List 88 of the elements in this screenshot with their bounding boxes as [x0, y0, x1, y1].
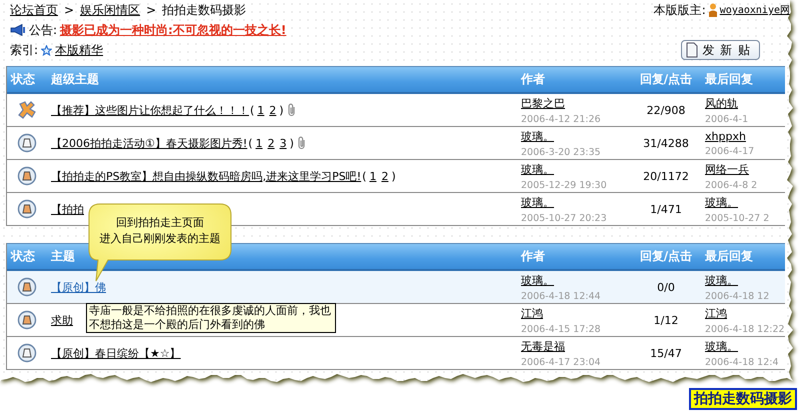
page-link[interactable]: 3: [280, 136, 287, 150]
hot-topic-icon: [17, 310, 37, 330]
hot-topic-icon: [17, 166, 37, 186]
post-date: 2006-4-17: [705, 146, 756, 156]
post-date: 2005-10-27 20:23: [521, 212, 608, 224]
reply-count: 0/0: [656, 280, 676, 294]
column-header: 最后回复: [704, 248, 754, 265]
topic-link[interactable]: 【拍拍: [51, 202, 84, 216]
topic-link[interactable]: 【2006拍拍走活动①】春天摄影图片秀!: [51, 136, 248, 150]
reply-count: 1/471: [649, 202, 683, 216]
hot-topic-icon: [17, 277, 37, 297]
column-header: 作者: [520, 248, 546, 265]
megaphone-icon: [10, 24, 26, 36]
post-date: 2006-4-8 2: [705, 180, 758, 190]
new-post-button[interactable]: 发 新 贴: [681, 40, 760, 60]
column-header: 主题: [50, 248, 76, 265]
bracket: ): [279, 104, 284, 116]
announcement-label: 公告:: [29, 22, 58, 38]
post-date: 2006-3-20 23:35: [521, 146, 602, 158]
reply-count: 31/4288: [642, 136, 690, 150]
topic-icon: [17, 133, 37, 153]
post-date: 2005-12-29 19:30: [521, 180, 608, 190]
index-link[interactable]: 本版精华: [55, 42, 104, 58]
topic-link[interactable]: 求助: [51, 312, 73, 328]
topic-link[interactable]: 【原创】佛: [51, 280, 106, 294]
post-date: 2006-4-12 21:26: [521, 114, 602, 124]
author-link[interactable]: 巴黎之巴: [521, 96, 631, 110]
breadcrumb-separator: >: [146, 3, 156, 17]
author-link[interactable]: 玻璃。: [521, 272, 631, 288]
page-link[interactable]: 2: [268, 136, 275, 150]
reply-count: 1/12: [652, 314, 680, 326]
caption-label: 拍拍走数码摄影: [689, 388, 797, 410]
topic-row[interactable]: 【2006拍拍走活动①】春天摄影图片秀!( 1 2 3 ) 玻璃。 2006-3-20 23:35 31/4288 xhppxh 2006-4-17: [7, 127, 785, 160]
page-link[interactable]: 1: [256, 136, 263, 150]
column-header: 作者: [520, 71, 546, 88]
topic-row[interactable]: 【原创】春日缤纷【★☆】 无毒是福 2006-4-17 23:04 15/47 玻璃。 2006-4-18 12:4: [7, 337, 785, 370]
column-header: 超级主题: [50, 71, 100, 88]
post-date: 2006-4-15 17:28: [521, 324, 602, 334]
column-header: 最后回复: [704, 71, 754, 88]
document-icon: [686, 42, 698, 58]
moderator-label: 本版版主:: [654, 2, 706, 18]
author-link[interactable]: 玻璃。: [521, 194, 631, 210]
tooltip: 寺庙一般是不给拍照的在很多虔诚的人面前，我也不想拍这是一个殿的后门外看到的佛: [86, 303, 336, 333]
breadcrumb-item[interactable]: 论坛首页: [10, 2, 58, 18]
bracket: ): [391, 170, 396, 182]
topic-link[interactable]: 【推荐】这些图片让你想起了什么！！！: [51, 102, 249, 118]
moderator-link[interactable]: woyaoxniye网: [720, 3, 790, 17]
post-date: 2006-4-1: [705, 114, 750, 124]
person-icon: [708, 3, 718, 17]
post-date: 2006-4-18 12:44: [521, 290, 602, 302]
topic-icon: [17, 343, 37, 363]
author-link[interactable]: 江鸿: [521, 306, 631, 320]
page-link[interactable]: 2: [269, 104, 276, 116]
post-date: 2006-4-17 23:04: [521, 356, 602, 368]
reply-count: 22/908: [646, 104, 686, 116]
bracket: (: [250, 104, 254, 116]
author-link[interactable]: 玻璃。: [521, 128, 631, 144]
column-header: 状态: [10, 71, 36, 88]
author-link[interactable]: 无毒是福: [521, 338, 631, 354]
topic-row[interactable]: 【推荐】这些图片让你想起了什么！！！( 1 2 ) 巴黎之巴 2006-4-12 21:26 22/908 风的轨 2006-4-1: [7, 94, 785, 127]
reply-count: 20/1172: [642, 170, 690, 182]
post-date: 2005-10-27 2: [705, 212, 770, 224]
post-date: 2006-4-18 12:4: [705, 356, 780, 368]
breadcrumb-item: 拍拍走数码摄影: [162, 2, 246, 18]
author-link[interactable]: 玻璃。: [521, 162, 631, 176]
post-date: 2006-4-18 12: [705, 290, 770, 302]
page-link[interactable]: 1: [369, 170, 376, 182]
column-header: 状态: [10, 248, 36, 265]
bracket: ): [290, 136, 294, 150]
bracket: (: [362, 170, 366, 182]
topic-link[interactable]: 【原创】春日缤纷【★☆】: [51, 346, 181, 360]
callout-text: 进入自己刚刚发表的主题: [100, 231, 220, 247]
bracket: (: [248, 136, 253, 150]
column-header: 回复/点击: [638, 71, 694, 88]
star-icon: [41, 44, 52, 56]
index-label: 索引:: [10, 42, 38, 58]
column-header: 回复/点击: [638, 248, 694, 265]
hot-topic-icon: [17, 199, 37, 219]
page-link[interactable]: 2: [381, 170, 388, 182]
reply-count: 15/47: [649, 346, 683, 360]
post-date: 2006-4-18 12:22: [705, 324, 786, 334]
breadcrumb-item[interactable]: 娱乐闲情区: [80, 2, 140, 18]
breadcrumb-separator: >: [64, 3, 74, 17]
topic-row[interactable]: 【原创】佛 玻璃。 2006-4-18 12:44 0/0 玻璃。 2006-4-18 12: [7, 271, 785, 304]
topic-row[interactable]: 【拍拍走的PS教室】想自由操纵数码暗房吗,进来这里学习PS吧!( 1 2 ) 玻璃。 2005-12-29 19:30 20/1172 网络一兵 2006-4-8 2: [7, 160, 785, 193]
announcement-link[interactable]: 摄影已成为一种时尚:不可忽视的一技之长!: [60, 22, 286, 38]
topic-link[interactable]: 【拍拍走的PS教室】想自由操纵数码暗房吗,进来这里学习PS吧!: [51, 168, 362, 184]
page-link[interactable]: 1: [257, 104, 264, 116]
